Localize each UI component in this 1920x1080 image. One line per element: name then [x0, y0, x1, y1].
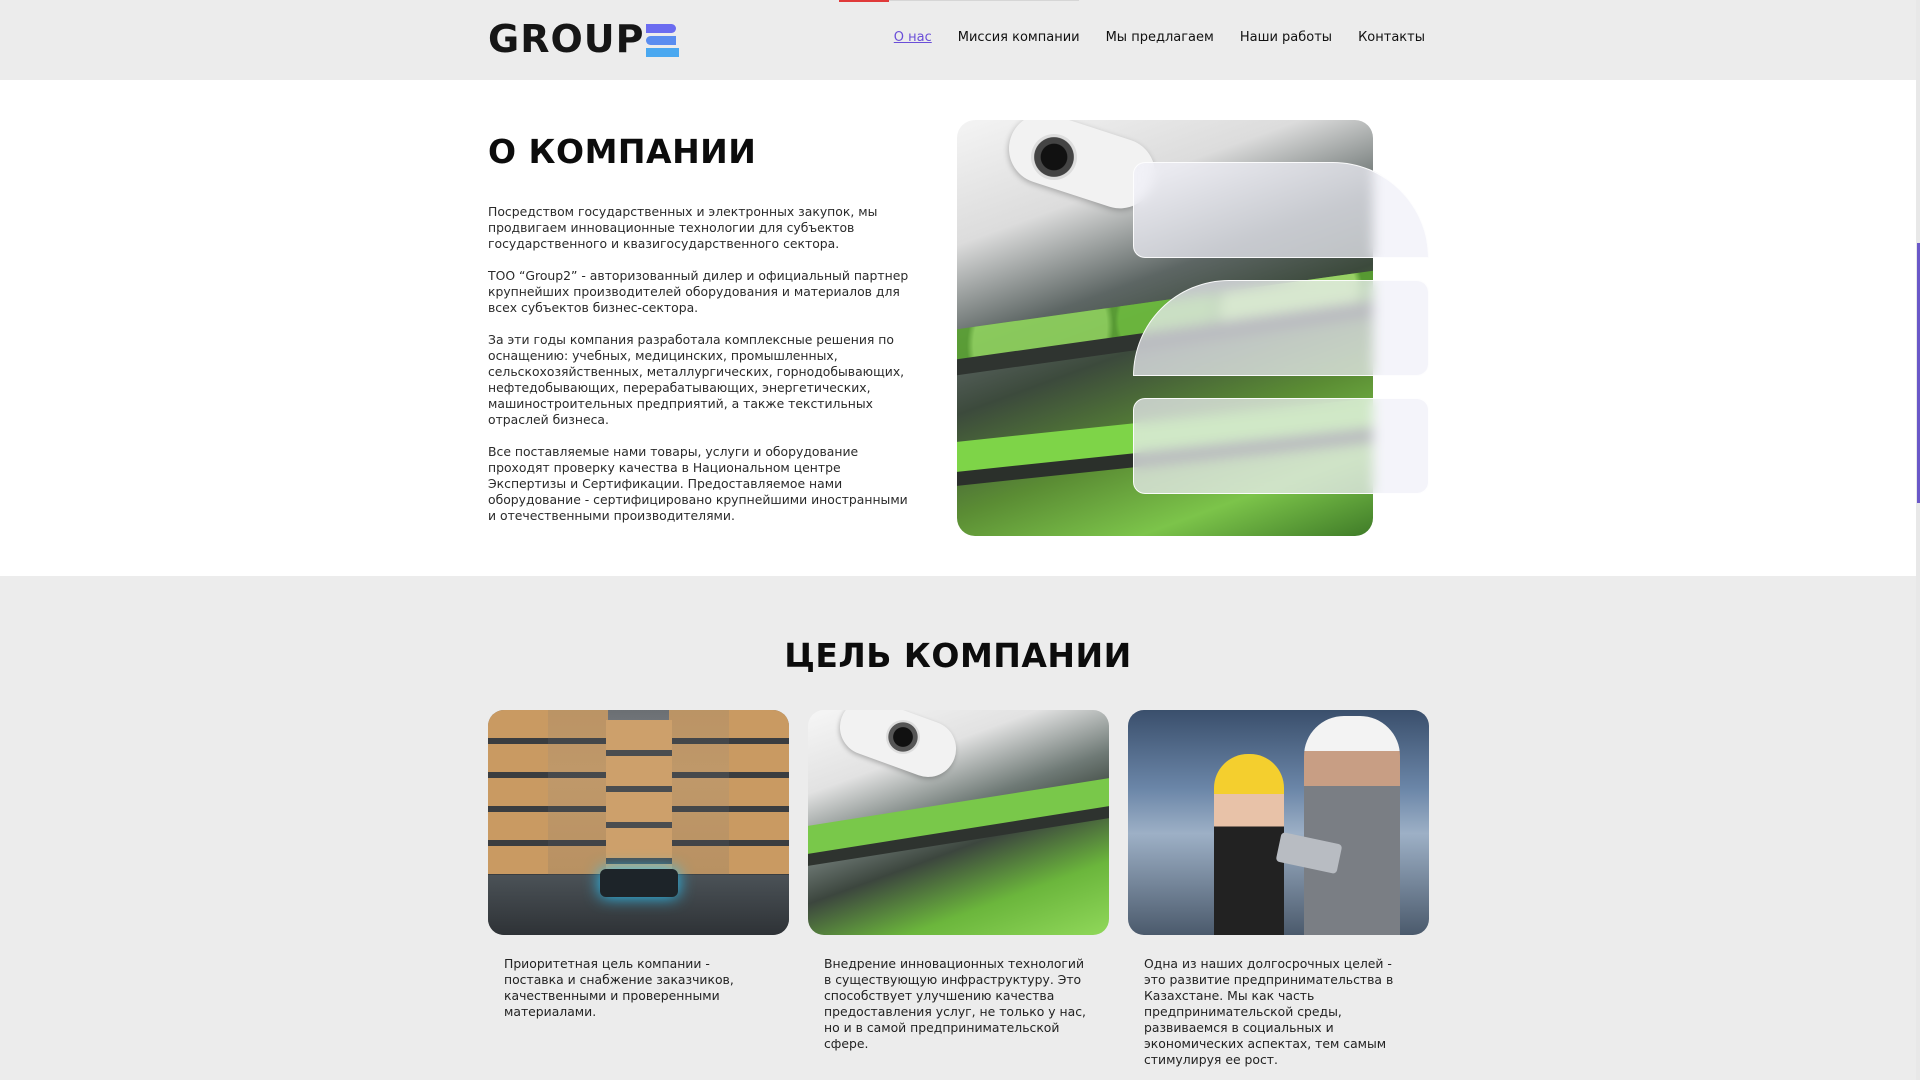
warehouse-robot-icon: [600, 869, 678, 897]
logo[interactable]: GROUP: [488, 17, 680, 61]
robot-farm-image: [808, 710, 1109, 935]
about-text: Посредством государственных и электронны…: [488, 204, 918, 540]
about-paragraph: Посредством государственных и электронны…: [488, 204, 878, 251]
goals-title: ЦЕЛЬ КОМПАНИИ: [784, 636, 1132, 675]
nav-item-offer[interactable]: Мы предлагаем: [1106, 30, 1214, 45]
goal-card-text: Одна из наших долгосрочных целей - это р…: [1144, 956, 1394, 1067]
worker-woman-figure: [1214, 754, 1284, 935]
goal-card-text: Приоритетная цель компании - поставка и …: [504, 956, 734, 1019]
glass-panel-middle: [1133, 280, 1429, 376]
header-divider: [889, 0, 1079, 1]
about-title: О КОМПАНИИ: [488, 132, 757, 171]
glass-panel-top: [1133, 162, 1429, 258]
goal-card-text: Внедрение инновационных технологий в сущ…: [824, 956, 1086, 1051]
warehouse-image: [488, 710, 789, 935]
goal-card: Внедрение инновационных технологий в сущ…: [808, 710, 1109, 1052]
nav-item-mission[interactable]: Миссия компании: [958, 30, 1080, 45]
glass-panel-bottom: [1133, 398, 1429, 494]
about-section: О КОМПАНИИ Посредством государственных и…: [0, 80, 1916, 576]
robot-camera-icon: [886, 720, 920, 754]
robot-camera-icon: [1031, 134, 1077, 180]
site-header: GROUP О нас Миссия компании Мы предлагае…: [0, 0, 1916, 80]
about-paragraph: ТОО “Group2” - авторизованный дилер и оф…: [488, 268, 909, 315]
logo-mark-icon: [646, 23, 680, 57]
logo-text: GROUP: [488, 17, 645, 61]
about-paragraph: Все поставляемые нами товары, услуги и о…: [488, 444, 908, 523]
about-paragraph: За эти годы компания разработала комплек…: [488, 332, 905, 427]
nav-item-works[interactable]: Наши работы: [1240, 30, 1332, 45]
header-accent-line: [839, 0, 889, 2]
nav-item-about[interactable]: О нас: [894, 30, 932, 45]
goal-card: Приоритетная цель компании - поставка и …: [488, 710, 789, 1020]
goal-card: Одна из наших долгосрочных целей - это р…: [1128, 710, 1429, 1068]
worker-man-figure: [1304, 716, 1400, 935]
scrollbar-track[interactable]: [1916, 0, 1920, 1080]
nav-item-contacts[interactable]: Контакты: [1358, 30, 1425, 45]
main-nav: О нас Миссия компании Мы предлагаем Наши…: [894, 30, 1425, 45]
factory-workers-image: [1128, 710, 1429, 935]
